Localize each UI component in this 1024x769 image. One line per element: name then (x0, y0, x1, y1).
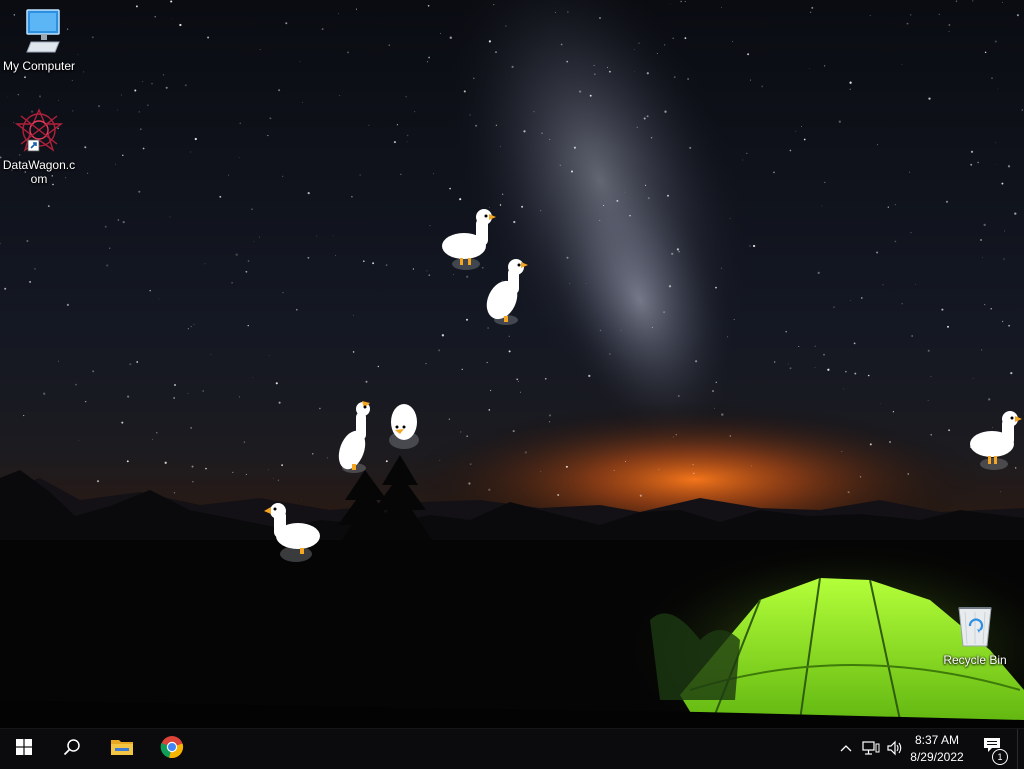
taskbar: 8:37 AM 8/29/2022 1 (0, 728, 1024, 769)
goose-sprite-6[interactable] (968, 410, 1024, 477)
computer-icon (1, 8, 77, 57)
goose-sprite-5[interactable] (262, 500, 324, 571)
search-button[interactable] (48, 729, 96, 769)
taskbar-file-explorer[interactable] (98, 729, 146, 769)
start-button[interactable] (0, 729, 48, 769)
datawagon-shortcut-icon (14, 108, 64, 156)
desktop-icon-datawagon[interactable]: DataWagon.com (0, 108, 78, 186)
show-desktop-button[interactable] (1017, 729, 1024, 769)
chrome-icon (160, 735, 184, 764)
chevron-up-icon[interactable] (840, 742, 852, 760)
volume-icon[interactable] (886, 740, 904, 761)
clock-date: 8/29/2022 (910, 750, 964, 764)
windows-start-icon (16, 738, 32, 760)
desktop-wallpaper (0, 0, 1024, 728)
notification-count-badge: 1 (992, 749, 1008, 765)
desktop-icon-label: My Computer (2, 59, 76, 73)
goose-sprite-2[interactable] (482, 256, 532, 333)
taskbar-chrome[interactable] (148, 729, 196, 769)
clock-time: 8:37 AM (914, 733, 960, 747)
goose-sprite-4[interactable] (384, 400, 426, 461)
desktop-icon-label: Recycle Bin (943, 653, 1007, 667)
taskbar-clock[interactable]: 8:37 AM 8/29/2022 (906, 732, 968, 766)
network-icon[interactable] (862, 740, 880, 761)
desktop-icon-label: DataWagon.com (2, 158, 76, 186)
goose-sprite-3[interactable] (334, 398, 380, 481)
desktop-icon-my-computer[interactable]: My Computer (1, 8, 77, 73)
action-center-button[interactable] (970, 729, 1014, 769)
desktop-icon-recycle-bin[interactable]: Recycle Bin (937, 602, 1013, 667)
search-icon (63, 738, 81, 761)
recycle-bin-icon (937, 602, 1013, 651)
file-explorer-icon (110, 737, 134, 762)
